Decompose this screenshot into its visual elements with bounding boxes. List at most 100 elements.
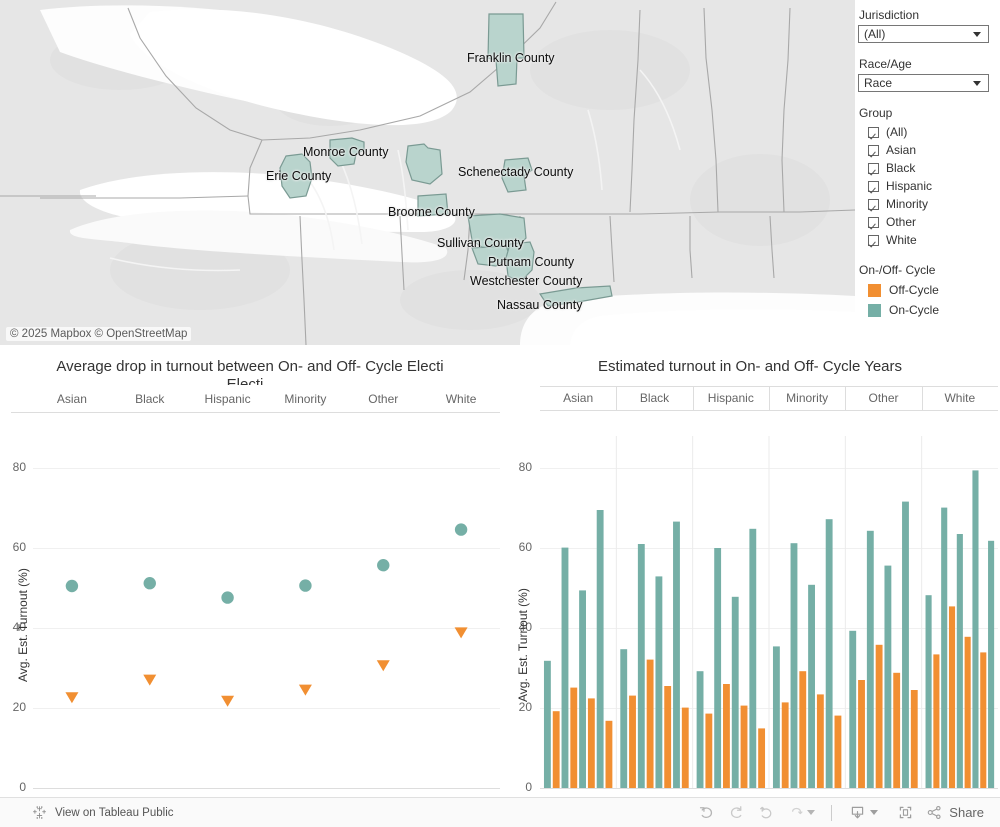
left-arrow-plot[interactable]	[0, 352, 500, 797]
arrow-mark-asian[interactable]	[65, 579, 79, 704]
view-on-tableau-public-link[interactable]: View on Tableau Public	[32, 805, 174, 820]
bar-hispanic-on-cycle-4[interactable]	[731, 596, 739, 788]
download-dropdown-caret[interactable]	[870, 810, 879, 815]
map-attribution: © 2025 Mapbox © OpenStreetMap	[6, 327, 192, 341]
bar-white-on-cycle-0[interactable]	[925, 595, 932, 788]
bar-white-on-cycle-6[interactable]	[972, 470, 979, 788]
arrow-mark-minority[interactable]	[298, 579, 312, 696]
fullscreen-button[interactable]	[890, 801, 920, 825]
right-x-axis-line	[540, 788, 998, 789]
bar-minority-off-cycle-1[interactable]	[781, 702, 789, 788]
refresh-icon	[791, 807, 803, 815]
group-checkbox-minority[interactable]: Minority	[858, 195, 1000, 213]
bar-hispanic-off-cycle-5[interactable]	[740, 705, 748, 788]
bar-black-off-cycle-5[interactable]	[664, 686, 672, 788]
bar-minority-on-cycle-0[interactable]	[772, 646, 780, 788]
bar-other-on-cycle-4[interactable]	[884, 565, 892, 788]
bar-hispanic-off-cycle-7[interactable]	[758, 728, 766, 788]
bar-black-on-cycle-2[interactable]	[637, 544, 645, 788]
bar-black-off-cycle-3[interactable]	[646, 659, 654, 788]
bar-white-off-cycle-3[interactable]	[948, 606, 956, 788]
pause-dropdown-caret[interactable]	[807, 810, 816, 815]
bar-asian-on-cycle-0[interactable]	[543, 660, 551, 788]
checkmark-icon	[868, 216, 879, 228]
arrow-mark-black[interactable]	[143, 577, 157, 686]
bar-white-on-cycle-4[interactable]	[956, 534, 963, 788]
left-x-axis-line	[33, 788, 500, 789]
bar-other-on-cycle-0[interactable]	[849, 630, 857, 788]
bar-asian-on-cycle-6[interactable]	[596, 510, 604, 788]
group-option-label: (All)	[886, 125, 908, 139]
bar-white-off-cycle-5[interactable]	[964, 636, 971, 788]
bar-hispanic-on-cycle-6[interactable]	[749, 528, 757, 788]
arrow-mark-other[interactable]	[376, 559, 390, 672]
bar-minority-on-cycle-6[interactable]	[825, 519, 833, 788]
map-canvas[interactable]	[0, 0, 855, 345]
bar-other-off-cycle-1[interactable]	[858, 680, 865, 788]
race-age-value: Race	[864, 76, 893, 90]
legend-item-on-cycle[interactable]: On-Cycle	[858, 300, 1000, 320]
redo-button[interactable]	[721, 801, 751, 825]
arrow-mark-white[interactable]	[454, 523, 468, 639]
toolbar-divider	[831, 804, 833, 821]
bar-black-on-cycle-0[interactable]	[620, 649, 628, 788]
bar-hispanic-off-cycle-1[interactable]	[705, 713, 713, 788]
bar-other-off-cycle-5[interactable]	[893, 672, 901, 788]
bar-other-off-cycle-7[interactable]	[910, 690, 918, 788]
undo-button[interactable]	[691, 801, 721, 825]
group-checkbox-all[interactable]: (All)	[858, 123, 1000, 141]
bar-asian-on-cycle-4[interactable]	[579, 590, 586, 788]
group-checkbox-hispanic[interactable]: Hispanic	[858, 177, 1000, 195]
share-button[interactable]: Share	[926, 804, 984, 821]
group-checkbox-white[interactable]: White	[858, 231, 1000, 249]
right-bar-plot[interactable]	[500, 352, 1000, 797]
download-button[interactable]	[842, 801, 872, 825]
bar-hispanic-on-cycle-0[interactable]	[696, 671, 704, 788]
right-chart-panel: Estimated turnout in On- and Off- Cycle …	[500, 352, 1000, 797]
bar-minority-off-cycle-7[interactable]	[834, 715, 842, 788]
revert-icon	[759, 806, 772, 819]
jurisdiction-dropdown[interactable]: (All)	[858, 25, 989, 43]
bar-black-on-cycle-4[interactable]	[655, 576, 663, 788]
bar-black-on-cycle-6[interactable]	[673, 521, 680, 788]
group-checkbox-black[interactable]: Black	[858, 159, 1000, 177]
bar-hispanic-off-cycle-3[interactable]	[723, 684, 730, 788]
bar-white-on-cycle-8[interactable]	[988, 540, 995, 788]
bar-asian-off-cycle-5[interactable]	[587, 698, 595, 788]
legend-label-off-cycle: Off-Cycle	[889, 283, 939, 297]
race-age-dropdown[interactable]: Race	[858, 74, 989, 92]
bar-minority-off-cycle-5[interactable]	[816, 694, 824, 788]
bar-white-on-cycle-2[interactable]	[941, 507, 948, 788]
bar-other-off-cycle-3[interactable]	[875, 644, 883, 788]
arrow-mark-hispanic[interactable]	[221, 591, 235, 707]
bar-asian-off-cycle-3[interactable]	[570, 687, 578, 788]
cycle-legend: On-/Off- Cycle Off-Cycle On-Cycle	[858, 263, 1000, 320]
share-icon	[928, 805, 941, 820]
bar-black-off-cycle-7[interactable]	[681, 707, 689, 788]
bar-minority-on-cycle-2[interactable]	[790, 543, 798, 788]
tableau-link-label: View on Tableau Public	[55, 806, 174, 819]
bar-black-off-cycle-1[interactable]	[629, 695, 636, 788]
bar-hispanic-on-cycle-2[interactable]	[714, 548, 722, 788]
group-checkbox-asian[interactable]: Asian	[858, 141, 1000, 159]
legend-item-off-cycle[interactable]: Off-Cycle	[858, 280, 1000, 300]
bar-white-off-cycle-7[interactable]	[980, 652, 987, 788]
revert-button[interactable]	[751, 801, 781, 825]
bar-asian-on-cycle-2[interactable]	[561, 547, 569, 788]
bar-other-on-cycle-2[interactable]	[866, 530, 874, 788]
bar-asian-off-cycle-7[interactable]	[605, 720, 613, 788]
jurisdiction-value: (All)	[864, 27, 886, 41]
map-panel[interactable]: Franklin County Monroe County Erie Count…	[0, 0, 855, 345]
group-checkbox-other[interactable]: Other	[858, 213, 1000, 231]
bar-minority-on-cycle-4[interactable]	[808, 584, 815, 788]
bottom-toolbar: View on Tableau Public Share	[0, 797, 1000, 827]
cycle-legend-title: On-/Off- Cycle	[859, 263, 936, 277]
bar-other-on-cycle-6[interactable]	[902, 501, 909, 788]
county-shape-broome	[417, 193, 449, 217]
checkmark-icon	[868, 162, 879, 174]
bar-white-off-cycle-1[interactable]	[933, 654, 940, 788]
checkmark-icon	[868, 126, 879, 138]
bar-asian-off-cycle-1[interactable]	[552, 711, 560, 788]
bar-minority-off-cycle-3[interactable]	[799, 671, 807, 788]
toolbar-actions: Share	[691, 801, 984, 825]
